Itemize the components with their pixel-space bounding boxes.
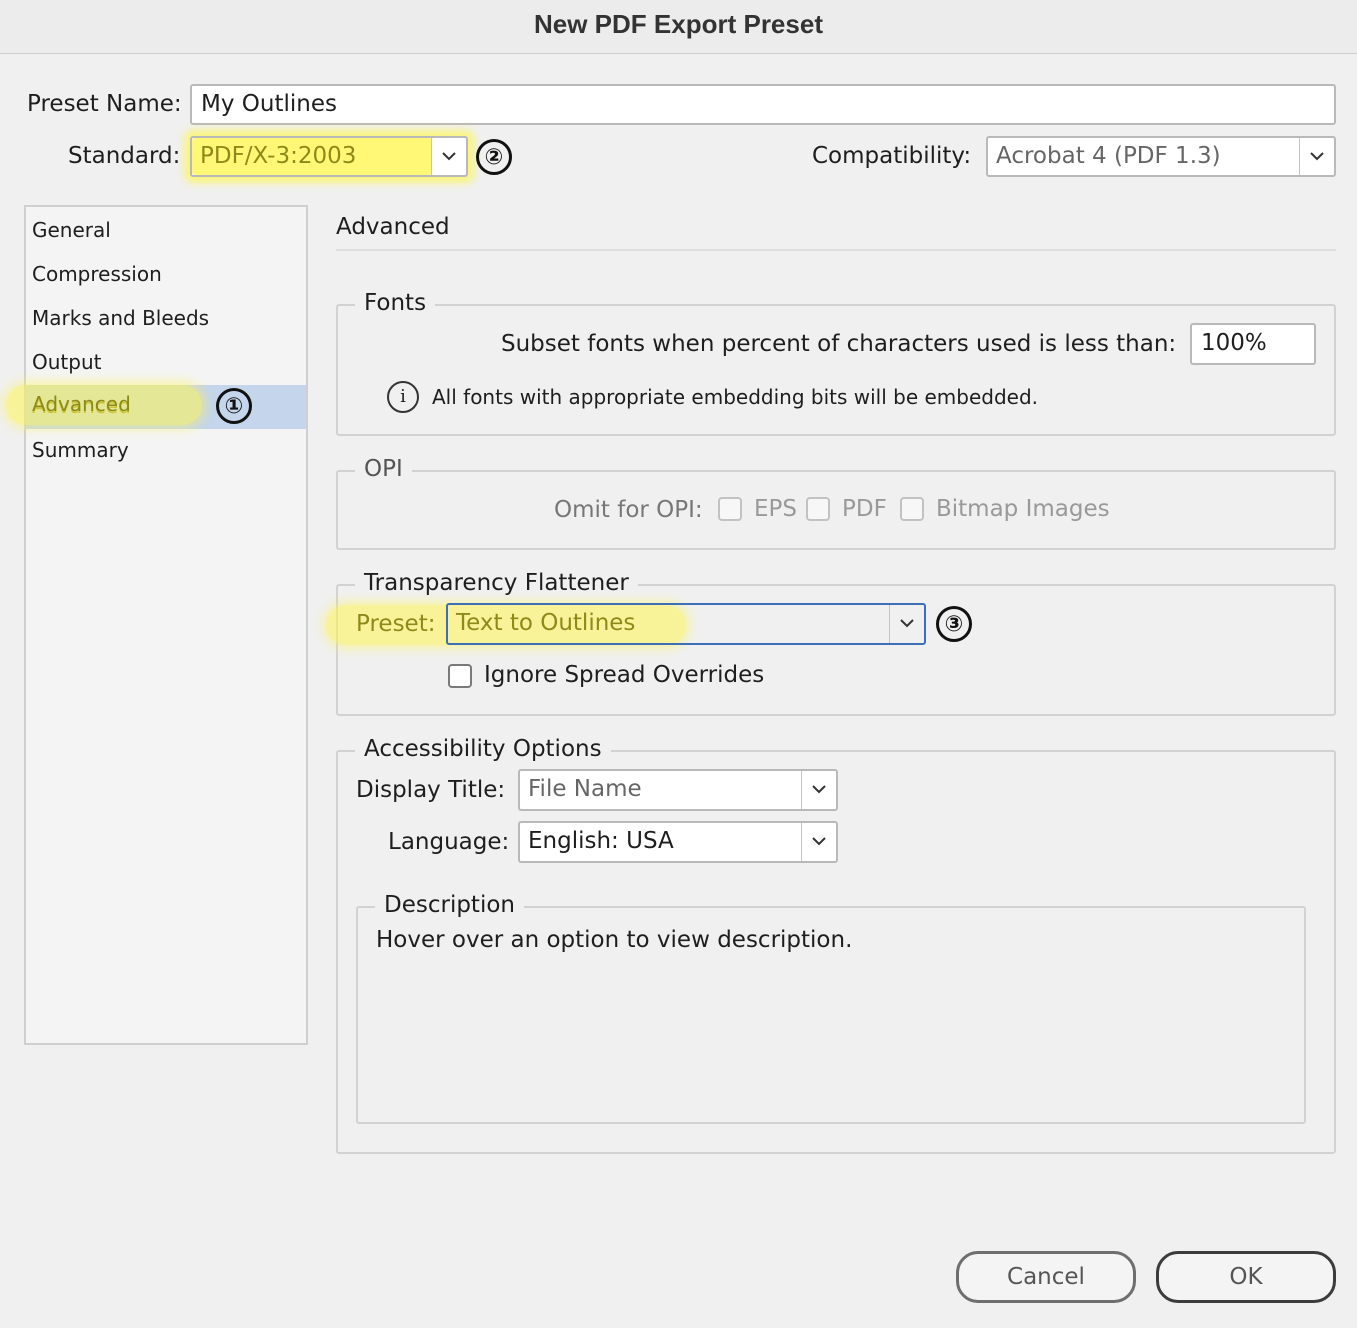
fonts-group (336, 304, 1336, 436)
step-1-badge: ① (216, 388, 252, 424)
description-text: Hover over an option to view description… (376, 927, 853, 953)
chevron-down-icon (1299, 138, 1334, 175)
window-title: New PDF Export Preset (0, 0, 1357, 54)
opi-group (336, 470, 1336, 550)
omit-for-opi-label: Omit for OPI: (554, 497, 703, 523)
ignore-spread-overrides-checkbox[interactable] (448, 664, 472, 688)
pdf-label: PDF (842, 496, 887, 522)
step-2-badge: ② (476, 139, 512, 175)
compatibility-value: Acrobat 4 (PDF 1.3) (996, 143, 1221, 169)
pdf-checkbox[interactable] (806, 497, 830, 521)
preset-name-input[interactable]: My Outlines (190, 84, 1336, 125)
sidebar-item-compression[interactable]: Compression (26, 253, 306, 297)
standard-label: Standard: (68, 143, 181, 169)
sidebar-item-summary[interactable]: Summary (26, 429, 306, 473)
bitmap-images-label: Bitmap Images (936, 496, 1110, 522)
chevron-down-icon (431, 138, 466, 175)
flattener-preset-select[interactable]: Text to Outlines (446, 603, 926, 645)
heading-divider (336, 249, 1336, 251)
compatibility-label: Compatibility: (812, 143, 972, 169)
display-title-select[interactable]: File Name (518, 769, 838, 811)
category-sidebar: General Compression Marks and Bleeds Out… (24, 205, 308, 1045)
standard-value: PDF/X-3:2003 (200, 143, 357, 169)
language-label: Language: (388, 829, 510, 855)
chevron-down-icon (801, 771, 836, 809)
subset-percent-input[interactable]: 100% (1190, 323, 1316, 365)
display-title-value: File Name (528, 776, 642, 802)
preset-name-label: Preset Name: (27, 91, 182, 117)
chevron-down-icon (889, 605, 924, 643)
compatibility-select[interactable]: Acrobat 4 (PDF 1.3) (986, 136, 1336, 177)
flattener-preset-label: Preset: (356, 611, 436, 637)
accessibility-legend: Accessibility Options (355, 735, 611, 763)
sidebar-item-output[interactable]: Output (26, 341, 306, 385)
eps-label: EPS (754, 496, 798, 522)
ok-button[interactable]: OK (1156, 1251, 1336, 1303)
info-icon: i (387, 381, 419, 413)
standard-select[interactable]: PDF/X-3:2003 (190, 136, 468, 177)
language-value: English: USA (528, 828, 674, 854)
ignore-spread-overrides-label: Ignore Spread Overrides (484, 662, 765, 688)
transparency-legend: Transparency Flattener (355, 569, 638, 597)
flattener-preset-value: Text to Outlines (456, 610, 636, 636)
chevron-down-icon (801, 823, 836, 861)
description-legend: Description (375, 891, 524, 919)
display-title-label: Display Title: (356, 777, 506, 803)
subset-fonts-label: Subset fonts when percent of characters … (501, 331, 1177, 357)
sidebar-item-general[interactable]: General (26, 209, 306, 253)
eps-checkbox[interactable] (718, 497, 742, 521)
step-3-badge: ③ (936, 606, 972, 642)
language-select[interactable]: English: USA (518, 821, 838, 863)
fonts-legend: Fonts (355, 289, 436, 317)
advanced-highlight-label: Advanced (32, 392, 131, 416)
bitmap-images-checkbox[interactable] (900, 497, 924, 521)
panel-heading: Advanced (336, 214, 450, 240)
sidebar-item-marks-and-bleeds[interactable]: Marks and Bleeds (26, 297, 306, 341)
cancel-button[interactable]: Cancel (956, 1251, 1136, 1303)
embedding-info-text: All fonts with appropriate embedding bit… (432, 385, 1039, 409)
opi-legend: OPI (355, 455, 412, 483)
